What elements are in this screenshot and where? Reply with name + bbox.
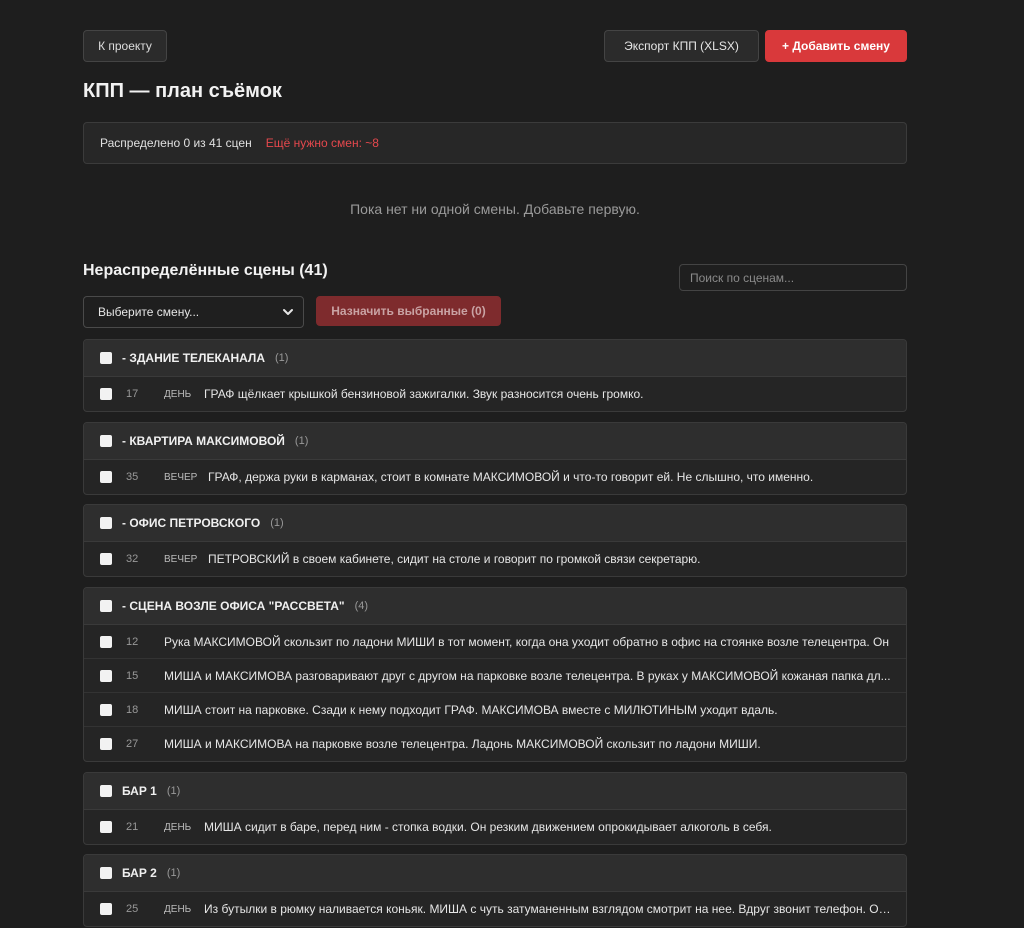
empty-shifts-message: Пока нет ни одной смены. Добавьте первую… [350, 201, 640, 217]
group-scene-count: (1) [294, 435, 309, 447]
group-location-name: - СЦЕНА ВОЗЛЕ ОФИСА "РАССВЕТА" [122, 599, 345, 613]
back-to-project-button[interactable]: К проекту [83, 30, 167, 62]
scene-checkbox[interactable] [100, 471, 112, 483]
group-checkbox[interactable] [100, 867, 112, 879]
group-scene-count: (1) [275, 352, 289, 364]
top-toolbar: К проекту Экспорт КПП (XLSX) + Добавить … [83, 30, 907, 62]
scene-group-header: БАР 2 (1) [84, 855, 906, 892]
group-checkbox[interactable] [100, 785, 112, 797]
scene-description: Из бутылки в рюмку наливается коньяк. МИ… [204, 902, 894, 916]
scene-group-header: - КВАРТИРА МАКСИМОВОЙ (1) [84, 423, 906, 460]
group-location-name: БАР 2 [122, 866, 157, 880]
scene-row[interactable]: 18 МИША стоит на парковке. Сзади к нему … [84, 693, 906, 727]
scene-checkbox[interactable] [100, 669, 112, 682]
group-scene-count: (1) [166, 867, 181, 879]
group-location-name: - ОФИС ПЕТРОВСКОГО [122, 516, 261, 530]
scene-group: - ОФИС ПЕТРОВСКОГО (1) 32 ВЕЧЕР ПЕТРОВСК… [83, 504, 907, 577]
scene-checkbox[interactable] [100, 703, 112, 716]
scene-time-of-day: ДЕНЬ [164, 388, 192, 400]
scene-group-header: - ЗДАНИЕ ТЕЛЕКАНАЛА (1) [84, 340, 906, 377]
scene-description: МИША и МАКСИМОВА разговаривают друг с др… [164, 668, 891, 683]
scene-row[interactable]: 12 Рука МАКСИМОВОЙ скользит по ладони МИ… [84, 625, 906, 659]
scene-description: МИША и МАКСИМОВА на парковке возле телец… [164, 737, 761, 751]
scene-description: ГРАФ щёлкает крышкой бензиновой зажигалк… [204, 387, 644, 401]
scene-row[interactable]: 35 ВЕЧЕР ГРАФ, держа руки в карманах, ст… [84, 460, 906, 494]
scene-time-of-day: ВЕЧЕР [164, 471, 198, 483]
scene-row[interactable]: 27 МИША и МАКСИМОВА на парковке возле те… [84, 727, 906, 761]
scene-time-of-day: ДЕНЬ [164, 903, 192, 915]
scene-group-header: - СЦЕНА ВОЗЛЕ ОФИСА "РАССВЕТА" (4) [84, 588, 906, 625]
shifts-needed-warning: Ещё нужно смен: ~8 [265, 136, 379, 150]
scene-number: 32 [126, 553, 139, 565]
scene-description: ПЕТРОВСКИЙ в своем кабинете, сидит на ст… [208, 552, 701, 566]
group-checkbox[interactable] [100, 352, 112, 364]
scene-checkbox[interactable] [100, 635, 112, 648]
scene-number: 35 [126, 471, 139, 483]
scene-number: 21 [126, 821, 139, 833]
group-location-name: - ЗДАНИЕ ТЕЛЕКАНАЛА [122, 351, 266, 365]
export-xlsx-button[interactable]: Экспорт КПП (XLSX) [604, 30, 759, 62]
group-location-name: БАР 1 [122, 784, 157, 798]
add-shift-button[interactable]: + Добавить смену [765, 30, 907, 62]
scene-number: 12 [126, 635, 139, 648]
scene-group: БАР 2 (1) 25 ДЕНЬ Из бутылки в рюмку нал… [83, 854, 907, 927]
scene-group-header: - ОФИС ПЕТРОВСКОГО (1) [84, 505, 906, 542]
scene-number: 15 [126, 669, 139, 682]
distribution-status-panel: Распределено 0 из 41 сцен Ещё нужно смен… [83, 122, 907, 164]
scene-row[interactable]: 21 ДЕНЬ МИША сидит в баре, перед ним - с… [84, 810, 906, 844]
scene-description: Рука МАКСИМОВОЙ скользит по ладони МИШИ … [164, 634, 889, 649]
scene-row[interactable]: 25 ДЕНЬ Из бутылки в рюмку наливается ко… [84, 892, 906, 926]
scene-checkbox[interactable] [100, 738, 112, 750]
scene-checkbox[interactable] [100, 821, 112, 833]
scene-checkbox[interactable] [100, 388, 112, 400]
distributed-count: Распределено 0 из 41 сцен [100, 136, 252, 150]
page-title: КПП — план съёмок [83, 80, 282, 102]
scene-group: - ЗДАНИЕ ТЕЛЕКАНАЛА (1) 17 ДЕНЬ ГРАФ щёл… [83, 339, 907, 412]
scene-row[interactable]: 17 ДЕНЬ ГРАФ щёлкает крышкой бензиновой … [84, 377, 906, 411]
scene-time-of-day: ДЕНЬ [164, 821, 192, 833]
assign-selected-button[interactable]: Назначить выбранные (0) [316, 296, 501, 326]
chevron-down-icon [283, 309, 293, 315]
shift-select[interactable]: Выберите смену... [83, 296, 304, 328]
unassigned-scenes-title: Нераспределённые сцены (41) [83, 262, 328, 279]
group-scene-count: (1) [270, 517, 284, 529]
scene-number: 25 [126, 903, 139, 915]
scene-description: МИША стоит на парковке. Сзади к нему под… [164, 702, 778, 717]
scene-description: ГРАФ, держа руки в карманах, стоит в ком… [208, 470, 814, 484]
shift-select-value: Выберите смену... [98, 305, 200, 319]
group-location-name: - КВАРТИРА МАКСИМОВОЙ [122, 434, 285, 448]
scene-group: - КВАРТИРА МАКСИМОВОЙ (1) 35 ВЕЧЕР ГРАФ,… [83, 422, 907, 495]
scene-number: 27 [126, 738, 139, 750]
group-checkbox[interactable] [100, 517, 112, 529]
scene-description: МИША сидит в баре, перед ним - стопка во… [204, 820, 772, 834]
scene-row[interactable]: 32 ВЕЧЕР ПЕТРОВСКИЙ в своем кабинете, си… [84, 542, 906, 576]
scene-group-header: БАР 1 (1) [84, 773, 906, 810]
scene-number: 18 [126, 703, 139, 716]
scene-group: - СЦЕНА ВОЗЛЕ ОФИСА "РАССВЕТА" (4) 12 Ру… [83, 587, 907, 762]
scene-search-input[interactable] [679, 264, 907, 291]
group-scene-count: (1) [166, 785, 181, 797]
group-checkbox[interactable] [100, 600, 112, 612]
scene-number: 17 [126, 388, 139, 400]
scene-group: БАР 1 (1) 21 ДЕНЬ МИША сидит в баре, пер… [83, 772, 907, 845]
scene-row[interactable]: 15 МИША и МАКСИМОВА разговаривают друг с… [84, 659, 906, 693]
scene-time-of-day: ВЕЧЕР [164, 553, 198, 565]
scene-checkbox[interactable] [100, 903, 112, 915]
group-checkbox[interactable] [100, 435, 112, 447]
group-scene-count: (4) [354, 600, 369, 612]
scene-checkbox[interactable] [100, 553, 112, 565]
